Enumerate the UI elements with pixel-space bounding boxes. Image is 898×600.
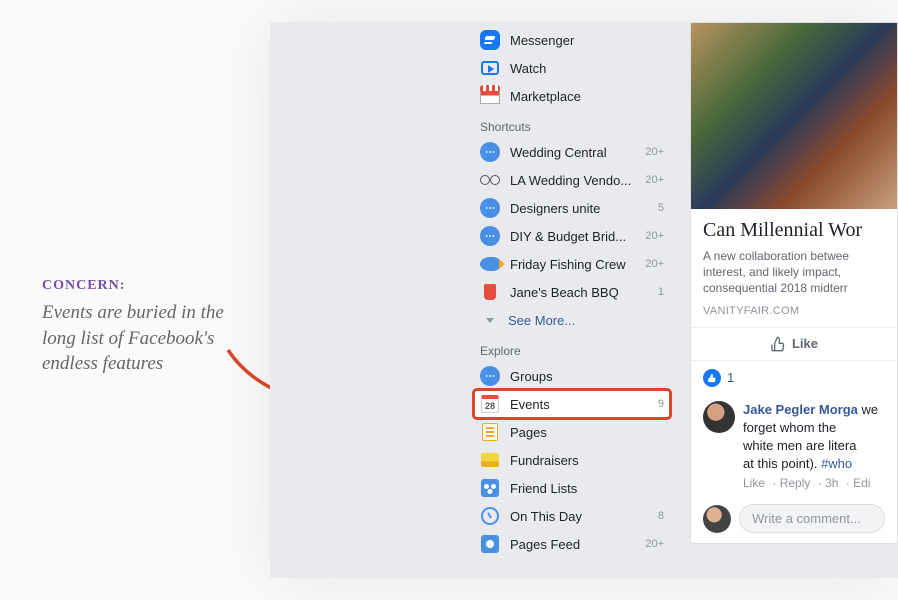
avatar[interactable] [703,401,735,433]
article-actions: Like [691,327,897,360]
comment-hashtag[interactable]: #who [821,456,852,471]
comment-author[interactable]: Jake Pegler Morga [743,402,858,417]
sidebar-item-watch[interactable]: Watch [474,54,670,82]
sidebar-item-la-wedding-vendo[interactable]: LA Wedding Vendo... 20+ [474,166,670,194]
section-header-explore: Explore [474,334,670,362]
sidebar-item-count: 5 [658,202,664,214]
group-icon: ⋯ [480,366,500,386]
article-source: VANITYFAIR.COM [691,305,897,327]
sidebar-item-label: Pages Feed [510,537,641,552]
thumbs-up-icon [770,336,786,352]
sidebar-item-label: Fundraisers [510,453,664,468]
sidebar-item-label: Messenger [510,33,664,48]
fish-icon [480,254,500,274]
article-description: A new collaboration betwee interest, and… [691,248,897,305]
sidebar-item-label: Friend Lists [510,481,664,496]
sidebar-item-label: DIY & Budget Brid... [510,229,641,244]
see-more-link[interactable]: See More... [474,306,670,334]
sidebar-item-label: Groups [510,369,664,384]
comment-reply-link[interactable]: Reply [780,476,811,490]
sidebar-item-messenger[interactable]: Messenger [474,26,670,54]
facebook-screenshot: Messenger Watch Marketplace Shortcuts ⋯ Wedd… [270,22,898,578]
sidebar-item-designers-unite[interactable]: ⋯ Designers unite 5 [474,194,670,222]
friends-icon [480,478,500,498]
sidebar-item-label: On This Day [510,509,654,524]
sidebar-item-friend-lists[interactable]: Friend Lists [474,474,670,502]
comment-like-link[interactable]: Like [743,476,765,490]
sidebar-item-groups[interactable]: ⋯ Groups [474,362,670,390]
sidebar-item-jane-s-beach-bbq[interactable]: Jane's Beach BBQ 1 [474,278,670,306]
sidebar-item-label: LA Wedding Vendo... [510,173,641,188]
comment-time: 3h [825,476,838,490]
sidebar-item-wedding-central[interactable]: ⋯ Wedding Central 20+ [474,138,670,166]
glasses-icon [480,170,500,190]
sidebar-item-label: Jane's Beach BBQ [510,285,654,300]
sidebar-item-marketplace[interactable]: Marketplace [474,82,670,110]
sidebar-item-pages[interactable]: Pages [474,418,670,446]
sidebar-item-label: Watch [510,61,664,76]
sidebar-item-label: Wedding Central [510,145,641,160]
like-label: Like [792,336,818,351]
marketplace-icon [480,86,500,106]
comment: Jake Pegler Morga we forget whom the whi… [691,395,897,499]
sidebar-item-count: 9 [658,398,664,410]
sidebar-item-friday-fishing-crew[interactable]: Friday Fishing Crew 20+ [474,250,670,278]
chevron-down-icon [486,318,494,323]
sidebar-item-count: 1 [658,286,664,298]
sidebar-item-pages-feed[interactable]: Pages Feed 20+ [474,530,670,558]
comment-input-row: Write a comment... [691,498,897,543]
group-icon: ⋯ [480,198,500,218]
group-icon: ⋯ [480,226,500,246]
comment-body: Jake Pegler Morga we forget whom the whi… [743,401,885,493]
article-card: Can Millennial Wor A new collaboration b… [690,22,898,544]
sidebar-item-count: 8 [658,510,664,522]
sidebar-item-on-this-day[interactable]: On This Day 8 [474,502,670,530]
see-more-label: See More... [508,313,575,328]
comment-edited: Edi [853,476,870,490]
messenger-icon [480,30,500,50]
sidebar-item-label: Marketplace [510,89,664,104]
watch-icon [480,58,500,78]
calendar-icon: 28 [480,394,500,414]
sidebar-item-events[interactable]: 28 Events 9 [474,390,670,418]
left-sidebar: Messenger Watch Marketplace Shortcuts ⋯ Wedd… [470,22,670,558]
article-image[interactable] [691,23,897,209]
section-header-shortcuts: Shortcuts [474,110,670,138]
cup-icon [480,282,500,302]
annotation-heading: CONCERN: [42,278,262,294]
like-reaction-icon [703,369,721,387]
sidebar-item-count: 20+ [645,146,664,158]
sidebar-item-count: 20+ [645,258,664,270]
reactions-bar[interactable]: 1 [691,360,897,395]
pages-feed-icon [480,534,500,554]
reaction-count: 1 [727,370,734,385]
sidebar-item-count: 20+ [645,538,664,550]
sidebar-item-label: Designers unite [510,201,654,216]
sidebar-item-diy-budget-brid[interactable]: ⋯ DIY & Budget Brid... 20+ [474,222,670,250]
sidebar-item-label: Events [510,397,654,412]
clock-icon [480,506,500,526]
news-feed: Can Millennial Wor A new collaboration b… [690,22,898,578]
group-icon: ⋯ [480,142,500,162]
sidebar-item-count: 20+ [645,174,664,186]
sidebar-item-label: Pages [510,425,664,440]
sidebar-item-label: Friday Fishing Crew [510,257,641,272]
sidebar-item-fundraisers[interactable]: Fundraisers [474,446,670,474]
sidebar-item-count: 20+ [645,230,664,242]
article-title[interactable]: Can Millennial Wor [691,209,897,248]
like-button[interactable]: Like [770,336,818,352]
fundraiser-icon [480,450,500,470]
comment-meta: Like · Reply · 3h · Edi [743,475,885,492]
pages-icon [480,422,500,442]
avatar[interactable] [703,505,731,533]
comment-input[interactable]: Write a comment... [739,504,885,533]
